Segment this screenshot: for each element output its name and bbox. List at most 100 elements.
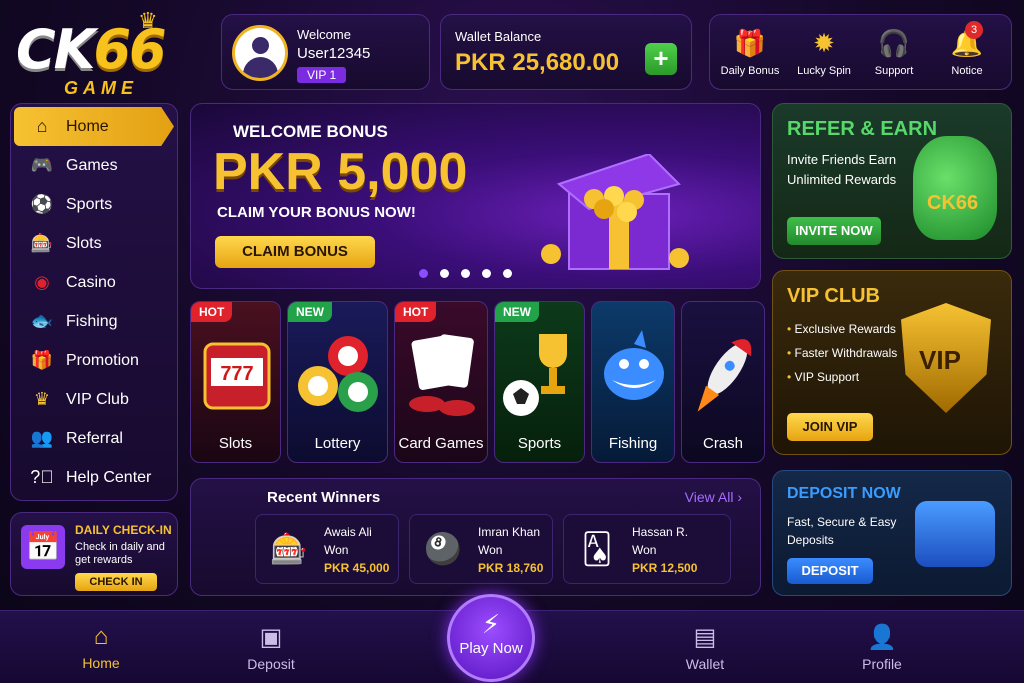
banner-title: WELCOME BONUS bbox=[233, 122, 388, 141]
help-icon: ?⃝ bbox=[30, 467, 54, 487]
deposit-card: DEPOSIT NOW Fast, Secure & Easy Deposits… bbox=[772, 470, 1012, 596]
winner-amount: PKR 12,500 bbox=[632, 561, 698, 575]
vip-perk: Faster Withdrawals bbox=[787, 346, 897, 360]
quick-actions: 🎁 Daily Bonus ✹ Lucky Spin 🎧 Support 🔔 3 … bbox=[709, 14, 1012, 90]
sidebar-item-fishing[interactable]: 🐟 Fishing bbox=[14, 302, 174, 341]
sidebar-item-label: VIP Club bbox=[66, 390, 129, 408]
wallet-label: Wallet Balance bbox=[455, 29, 542, 44]
play-now-button[interactable]: ⚡ Play Now bbox=[447, 594, 535, 682]
winner-amount: PKR 18,760 bbox=[478, 561, 544, 575]
logo-ck: CK bbox=[16, 18, 95, 81]
sidebar-item-label: Slots bbox=[66, 234, 102, 252]
slide-dot[interactable] bbox=[482, 269, 491, 278]
wallet-icon bbox=[915, 501, 995, 567]
notice-button[interactable]: 🔔 3 Notice bbox=[931, 21, 1003, 77]
lightning-icon: ⚡ bbox=[481, 609, 501, 639]
checkin-title: DAILY CHECK-IN bbox=[75, 523, 172, 537]
nav-wallet[interactable]: ▤ Wallet bbox=[665, 623, 745, 672]
banner-pagination bbox=[419, 269, 512, 278]
vip-perk: VIP Support bbox=[787, 370, 859, 384]
recent-winners: Recent Winners View All › 🎰 Awais Ali Wo… bbox=[190, 478, 761, 596]
headset-icon: 🎧 bbox=[877, 28, 911, 58]
game-label: Sports bbox=[517, 435, 562, 452]
game-tile-card-games[interactable]: HOT Card Games bbox=[394, 301, 488, 463]
daily-checkin-card: 📅 DAILY CHECK-IN Check in daily and get … bbox=[10, 512, 178, 596]
daily-bonus-button[interactable]: 🎁 Daily Bonus bbox=[714, 25, 786, 77]
check-in-button[interactable]: CHECK IN bbox=[75, 573, 157, 591]
sidebar-item-label: Help Center bbox=[66, 468, 152, 486]
lucky-spin-button[interactable]: ✹ Lucky Spin bbox=[788, 25, 860, 77]
nav-label: Home bbox=[82, 655, 120, 671]
sidebar-item-referral[interactable]: 👥 Referral bbox=[14, 419, 174, 458]
view-all-link[interactable]: View All › bbox=[685, 489, 742, 505]
user-panel[interactable]: Welcome User12345 VIP 1 bbox=[221, 14, 430, 90]
sidebar-item-promotion[interactable]: 🎁 Promotion bbox=[14, 341, 174, 380]
logo: ♛ CK66 GAME bbox=[14, 8, 194, 98]
welcome-bonus-banner[interactable]: WELCOME BONUS PKR 5,000 CLAIM YOUR BONUS… bbox=[190, 103, 761, 289]
nav-deposit[interactable]: ▣ Deposit bbox=[231, 623, 311, 672]
logo-66: 66 bbox=[93, 18, 166, 81]
game-label: Lottery bbox=[314, 435, 361, 452]
slide-dot[interactable] bbox=[440, 269, 449, 278]
user-icon: 👤 bbox=[867, 624, 897, 651]
refer-title: REFER & EARN bbox=[787, 118, 938, 140]
game-tile-slots[interactable]: 777 HOT Slots bbox=[190, 301, 281, 463]
game-tile-fishing[interactable]: Fishing bbox=[591, 301, 675, 463]
slots-icon: 🎰 bbox=[30, 233, 54, 253]
notice-count-badge: 3 bbox=[965, 21, 983, 39]
game-label: Crash bbox=[702, 435, 743, 452]
sidebar-item-vip-club[interactable]: ♛ VIP Club bbox=[14, 380, 174, 419]
vip-shield-icon: VIP bbox=[901, 303, 991, 413]
notice-label: Notice bbox=[951, 65, 983, 77]
game-tile-crash[interactable]: Crash bbox=[681, 301, 765, 463]
users-icon: 👥 bbox=[30, 428, 54, 448]
sidebar-item-sports[interactable]: ⚽ Sports bbox=[14, 185, 174, 224]
gift-icon: 🎁 bbox=[30, 350, 54, 370]
winner-name: Imran Khan bbox=[478, 525, 541, 539]
playing-cards-icon: 🂡 bbox=[581, 533, 613, 566]
add-funds-button[interactable]: + bbox=[645, 43, 677, 75]
support-button[interactable]: 🎧 Support bbox=[858, 25, 930, 77]
invite-now-button[interactable]: INVITE NOW bbox=[787, 217, 881, 245]
sidebar-item-label: Referral bbox=[66, 429, 123, 447]
banner-amount: PKR 5,000 bbox=[213, 143, 468, 201]
gamepad-icon: 🎮 bbox=[30, 155, 54, 175]
username: User12345 bbox=[297, 45, 371, 62]
avatar[interactable] bbox=[232, 25, 288, 81]
nav-home[interactable]: ⌂ Home bbox=[61, 623, 141, 671]
view-all-label: View All bbox=[684, 489, 734, 505]
wallet-plus-icon: ▣ bbox=[259, 624, 283, 651]
nav-label: Wallet bbox=[685, 656, 725, 672]
deposit-title: DEPOSIT NOW bbox=[787, 485, 901, 502]
winner-card: 🎰 Awais Ali Won PKR 45,000 bbox=[255, 514, 399, 584]
winner-won: Won bbox=[324, 543, 349, 557]
vip-club-card: VIP CLUB Exclusive Rewards Faster Withdr… bbox=[772, 270, 1012, 455]
vip-title: VIP CLUB bbox=[787, 285, 880, 307]
vip-shield-label: VIP bbox=[919, 345, 961, 375]
slide-dot[interactable] bbox=[419, 269, 428, 278]
play-now-label: Play Now bbox=[459, 640, 523, 657]
welcome-label: Welcome bbox=[297, 27, 351, 42]
join-vip-button[interactable]: JOIN VIP bbox=[787, 413, 873, 441]
checkin-subtitle: Check in daily and get rewards bbox=[75, 541, 165, 566]
winner-won: Won bbox=[478, 543, 503, 557]
slide-dot[interactable] bbox=[503, 269, 512, 278]
nav-profile[interactable]: 👤 Profile bbox=[842, 623, 922, 672]
slide-dot[interactable] bbox=[461, 269, 470, 278]
sidebar-item-games[interactable]: 🎮 Games bbox=[14, 146, 174, 185]
vip-level-badge: VIP 1 bbox=[297, 67, 347, 83]
sidebar-item-help-center[interactable]: ?⃝ Help Center bbox=[14, 458, 174, 497]
vip-perks: Exclusive Rewards Faster Withdrawals VIP… bbox=[787, 317, 897, 389]
sidebar-item-casino[interactable]: ◉ Casino bbox=[14, 263, 174, 302]
game-tile-lottery[interactable]: NEW Lottery bbox=[287, 301, 388, 463]
claim-bonus-button[interactable]: CLAIM BONUS bbox=[215, 236, 375, 268]
winner-name: Awais Ali bbox=[324, 525, 372, 539]
banner-subtitle: CLAIM YOUR BONUS NOW! bbox=[217, 204, 416, 221]
sidebar-item-slots[interactable]: 🎰 Slots bbox=[14, 224, 174, 263]
deposit-button[interactable]: DEPOSIT bbox=[787, 558, 873, 584]
soccer-icon: ⚽ bbox=[30, 194, 54, 214]
sidebar-item-label: Promotion bbox=[66, 351, 139, 369]
game-tile-sports[interactable]: NEW Sports bbox=[494, 301, 585, 463]
shark-icon bbox=[604, 330, 664, 400]
sidebar-item-home[interactable]: ⌂ Home bbox=[14, 107, 174, 146]
